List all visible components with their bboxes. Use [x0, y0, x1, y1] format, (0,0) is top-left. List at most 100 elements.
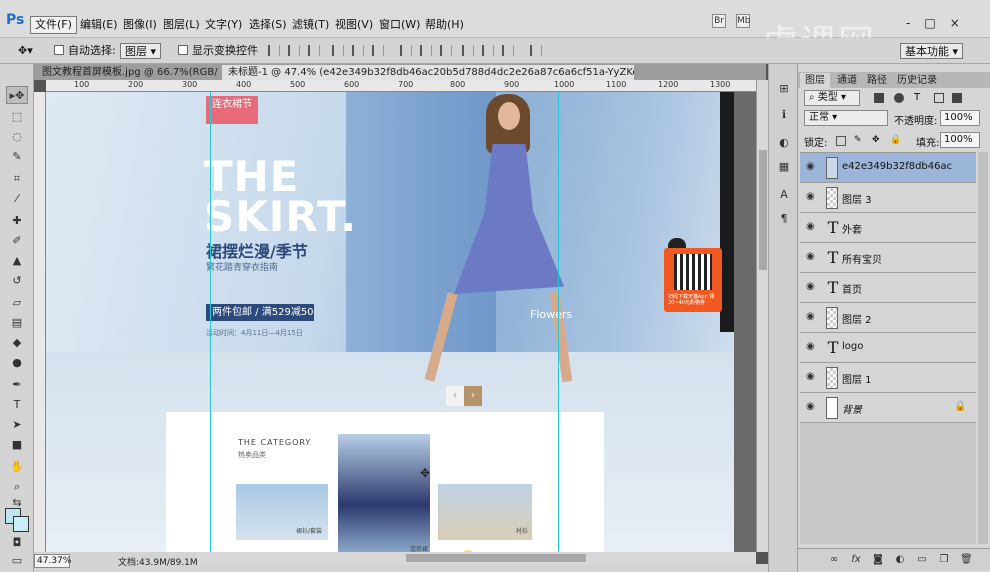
eye-icon[interactable]: ◉ — [806, 162, 818, 172]
tab-layers[interactable]: 图层 — [800, 73, 830, 88]
lock-all-icon[interactable]: 🔒 — [890, 136, 901, 146]
eyedropper-tool-icon[interactable]: ⁄ — [6, 190, 28, 208]
horizontal-scrollbar[interactable] — [196, 552, 756, 564]
eye-icon[interactable]: ◉ — [806, 252, 818, 262]
filter-pixel-icon[interactable] — [874, 93, 884, 103]
guide-line[interactable] — [210, 92, 211, 552]
eye-icon[interactable]: ◉ — [806, 312, 818, 322]
opacity-field[interactable]: 100% — [940, 110, 980, 126]
lasso-tool-icon[interactable]: ◌ — [6, 128, 28, 146]
distribute-left-icon[interactable] — [462, 45, 474, 56]
menu-type[interactable]: 文字(Y) — [201, 17, 246, 33]
distribute-top-icon[interactable] — [400, 45, 412, 56]
group-icon[interactable]: ▭ — [916, 554, 928, 566]
new-layer-icon[interactable]: ❐ — [938, 554, 950, 566]
layer-row[interactable]: ◉ T 所有宝贝 — [800, 243, 976, 273]
auto-align-icon[interactable] — [530, 45, 542, 56]
adjustment-icon[interactable]: ◐ — [894, 554, 906, 566]
eye-icon[interactable]: ◉ — [806, 192, 818, 202]
layer-row[interactable]: ◉ 背景 🔒 — [800, 393, 976, 423]
align-right-icon[interactable] — [372, 45, 384, 56]
eye-icon[interactable]: ◉ — [806, 342, 818, 352]
zoom-field[interactable]: 47.37% — [34, 554, 71, 568]
bridge-icon[interactable]: Br — [712, 14, 726, 28]
align-hcenter-icon[interactable] — [352, 45, 364, 56]
layer-row[interactable]: ◉ 图层 2 — [800, 303, 976, 333]
workspace-select[interactable]: 基本功能 ▾ — [900, 43, 964, 59]
layer-row[interactable]: ◉ T 外套 — [800, 213, 976, 243]
link-icon[interactable]: ∞ — [828, 554, 840, 566]
distribute-bottom-icon[interactable] — [440, 45, 452, 56]
minibridge-icon[interactable]: Mb — [736, 14, 750, 28]
tab-untitled-doc[interactable]: 未标题-1 @ 47.4% (e42e349b32f8db46ac20b5d78… — [222, 65, 634, 80]
layer-list-scrollbar[interactable] — [978, 152, 988, 544]
menu-view[interactable]: 视图(V) — [331, 17, 377, 33]
fx-icon[interactable]: fx — [850, 554, 862, 566]
type-tool-icon[interactable]: T — [6, 396, 28, 414]
menu-file[interactable]: 文件(F) — [30, 16, 77, 34]
align-bottom-icon[interactable] — [308, 45, 320, 56]
maximize-button[interactable]: □ — [924, 16, 935, 30]
eraser-tool-icon[interactable]: ▱ — [6, 294, 28, 312]
properties-panel-icon[interactable]: ℹ — [776, 108, 792, 122]
filter-shape-icon[interactable] — [934, 93, 944, 103]
layer-row[interactable]: ◉ 图层 3 — [800, 183, 976, 213]
tab-channels[interactable]: 通道 — [832, 73, 862, 88]
quick-mask-icon[interactable]: ◘ — [6, 534, 28, 552]
tab-history[interactable]: 历史记录 — [892, 73, 942, 88]
trash-icon[interactable]: 🗑 — [960, 554, 973, 566]
marquee-tool-icon[interactable]: ⬚ — [6, 108, 28, 126]
canvas[interactable]: 连衣裙节 THE SKIRT. 裙摆烂漫/季节 繁花踏青穿衣指南 两件包邮 / … — [46, 92, 756, 552]
background-color-swatch[interactable] — [13, 516, 29, 532]
menu-layer[interactable]: 图层(L) — [159, 17, 204, 33]
guide-line[interactable] — [558, 92, 559, 552]
dodge-tool-icon[interactable]: ● — [6, 354, 28, 372]
lock-transparent-icon[interactable] — [836, 136, 846, 146]
document-info[interactable]: 文档:43.9M/89.1M — [118, 555, 198, 568]
gradient-tool-icon[interactable]: ▤ — [6, 314, 28, 332]
brush-tool-icon[interactable]: ✐ — [6, 232, 28, 250]
layer-row[interactable]: ◉ 图层 1 — [800, 363, 976, 393]
align-top-icon[interactable] — [268, 45, 280, 56]
paragraph-panel-icon[interactable]: ¶ — [776, 212, 792, 226]
eye-icon[interactable]: ◉ — [806, 402, 818, 412]
healing-tool-icon[interactable]: ✚ — [6, 212, 28, 230]
align-left-icon[interactable] — [332, 45, 344, 56]
distribute-right-icon[interactable] — [502, 45, 514, 56]
filter-adjustment-icon[interactable] — [894, 93, 904, 103]
swatches-panel-icon[interactable]: ▦ — [776, 160, 792, 174]
hand-tool-icon[interactable]: ✋ — [6, 458, 28, 476]
distribute-hcenter-icon[interactable] — [482, 45, 494, 56]
distribute-vcenter-icon[interactable] — [420, 45, 432, 56]
shape-tool-icon[interactable]: ■ — [6, 436, 28, 454]
eye-icon[interactable]: ◉ — [806, 372, 818, 382]
show-transform-checkbox[interactable]: 显示变换控件 — [178, 43, 258, 59]
menu-edit[interactable]: 编辑(E) — [76, 17, 122, 33]
tab-paths[interactable]: 路径 — [862, 73, 892, 88]
eye-icon[interactable]: ◉ — [806, 282, 818, 292]
history-panel-icon[interactable]: ⊞ — [776, 82, 792, 96]
align-vcenter-icon[interactable] — [288, 45, 300, 56]
layer-row[interactable]: ◉ T logo — [800, 333, 976, 363]
lock-pixels-icon[interactable]: ✎ — [854, 136, 864, 146]
layer-filter-select[interactable]: ⌕ 类型 ▾ — [804, 90, 860, 106]
minimize-button[interactable]: - — [906, 16, 910, 30]
vertical-scrollbar[interactable] — [756, 80, 768, 552]
tab-template-doc[interactable]: 图文教程首屏模板.jpg @ 66.7%(RGB/8)× — [36, 65, 218, 80]
fill-field[interactable]: 100% — [940, 132, 980, 148]
scroll-thumb[interactable] — [759, 150, 767, 270]
crop-tool-icon[interactable]: ⌗ — [6, 170, 28, 188]
menu-filter[interactable]: 滤镜(T) — [288, 17, 333, 33]
path-select-tool-icon[interactable]: ➤ — [6, 416, 28, 434]
clone-stamp-tool-icon[interactable]: ▲ — [6, 252, 28, 270]
pen-tool-icon[interactable]: ✒ — [6, 376, 28, 394]
character-panel-icon[interactable]: A — [776, 188, 792, 202]
close-button[interactable]: × — [950, 16, 960, 30]
eye-icon[interactable]: ◉ — [806, 222, 818, 232]
quick-select-tool-icon[interactable]: ✎ — [6, 148, 28, 166]
scroll-thumb[interactable] — [406, 554, 586, 562]
menu-select[interactable]: 选择(S) — [245, 17, 291, 33]
auto-select-target-select[interactable]: 图层 ▾ — [120, 43, 162, 59]
layer-row[interactable]: ◉ e42e349b32f8db46ac20b5d... — [800, 153, 976, 183]
menu-help[interactable]: 帮助(H) — [421, 17, 468, 33]
